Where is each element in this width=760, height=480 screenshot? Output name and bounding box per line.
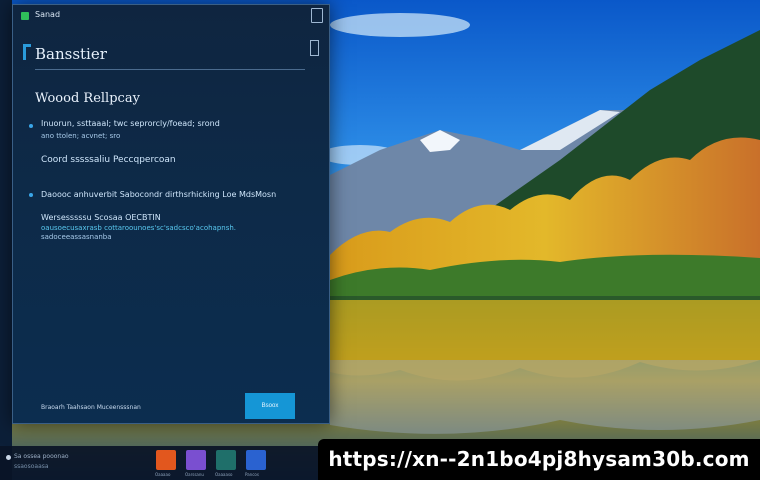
dialog-header: Bansstier (13, 35, 329, 79)
section-title: Woood Rellpcay (35, 91, 140, 106)
office-icon[interactable] (156, 450, 176, 470)
option-item-1-detail: ano ttolen; acvnet; sro (41, 132, 121, 140)
taskbar-search[interactable]: Sa ossea pooonao (14, 453, 69, 460)
option-item-4-detail: oausoecusaxrasb cottaroounoes'sc'sadcsco… (41, 224, 237, 232)
taskbar-app-label: Oaaaaso (215, 472, 233, 477)
onenote-icon[interactable] (186, 450, 206, 470)
footer-text: Braoarh Taahsaon Muceensssnan (41, 404, 141, 411)
primary-button[interactable]: Bsoox (245, 393, 295, 419)
taskbar-app-label: Pancos (245, 472, 259, 477)
dialog-titlebar[interactable]: Sanad (13, 5, 329, 27)
option-item-4[interactable]: Wersesssssu Scosaa OECBTIN (41, 213, 161, 222)
photos-icon[interactable] (246, 450, 266, 470)
option-item-3[interactable]: Daoooc anhuverbit Sabocondr dirthsrhicki… (41, 190, 276, 199)
bullet-icon (29, 124, 33, 128)
bullet-icon (29, 193, 33, 197)
header-accent-icon (23, 44, 31, 60)
option-item-4-detail-2: sadoceeassasnanba (41, 233, 112, 241)
close-button[interactable] (311, 8, 323, 23)
option-item-1[interactable]: Inuorun, ssttaaal; twc seprorcly/foead; … (41, 119, 220, 128)
setup-dialog: Sanad Bansstier Woood Rellpcay Inuorun, … (12, 4, 330, 424)
app-icon (21, 12, 29, 20)
taskbar-app-label: Oaaaao (155, 472, 171, 477)
url-watermark: https://xn--2n1bo4pj8hysam30b.com (318, 439, 760, 480)
taskbar-app-label: Oarssanu (185, 472, 204, 477)
dialog-heading: Bansstier (35, 45, 107, 63)
option-item-2[interactable]: Coord sssssaliu Peccqpercoan (41, 156, 176, 165)
header-divider (35, 69, 305, 70)
app-title: Sanad (35, 10, 61, 19)
start-icon[interactable] (6, 455, 11, 460)
header-maximize-button[interactable] (310, 40, 319, 56)
calendar-icon[interactable] (216, 450, 236, 470)
taskbar-search-sub: ssaosoaasa (14, 463, 49, 470)
